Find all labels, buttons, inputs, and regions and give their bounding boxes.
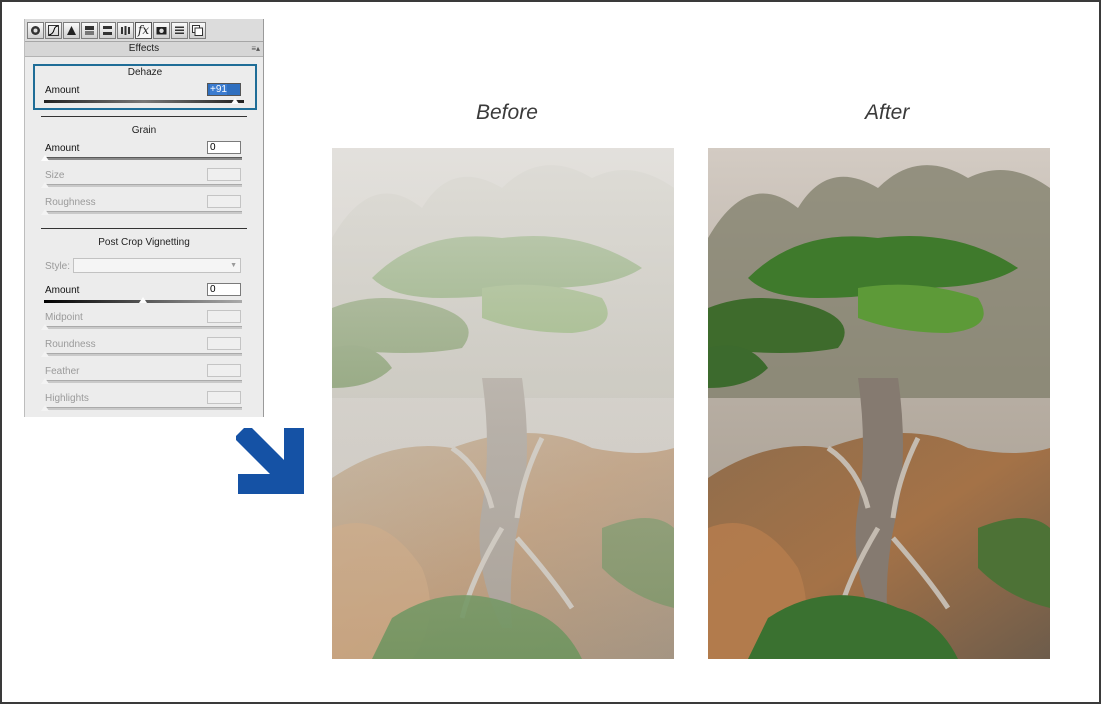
panel-tab-toolbar: fx — [25, 19, 263, 42]
effects-fx-icon[interactable]: fx — [135, 21, 152, 39]
hsl-icon[interactable] — [81, 21, 98, 39]
dehaze-amount-input[interactable]: +91 — [207, 83, 241, 96]
arrow-down-right-icon — [236, 428, 304, 494]
panel-menu-icon[interactable]: ≡▴ — [251, 42, 260, 56]
before-label: Before — [476, 101, 538, 124]
after-photo — [708, 148, 1050, 659]
vignette-feather-slider — [44, 380, 242, 383]
before-photo — [332, 148, 674, 659]
grain-amount-label: Amount — [45, 143, 80, 154]
lens-corrections-icon[interactable] — [117, 21, 134, 39]
grain-amount-slider[interactable] — [44, 157, 242, 160]
chevron-down-icon: ▼ — [230, 262, 237, 269]
vignette-amount-thumb[interactable] — [138, 296, 148, 304]
dehaze-highlight-box: Dehaze Amount +91 — [33, 64, 257, 110]
split-toning-icon[interactable] — [99, 21, 116, 39]
vignette-roundness-input — [207, 337, 241, 350]
detail-icon[interactable] — [63, 21, 80, 39]
panel-title: Effects — [128, 43, 160, 54]
after-label: After — [865, 101, 910, 124]
section-divider — [41, 228, 247, 229]
vignette-highlights-slider — [44, 407, 242, 410]
vignette-amount-label: Amount — [45, 285, 80, 296]
presets-icon[interactable] — [171, 21, 188, 39]
vignette-highlights-input — [207, 391, 241, 404]
vignette-midpoint-input — [207, 310, 241, 323]
vignette-midpoint-thumb — [40, 323, 50, 331]
grain-amount-input[interactable]: 0 — [207, 141, 241, 154]
dehaze-amount-slider[interactable] — [44, 100, 244, 103]
grain-roughness-input — [207, 195, 241, 208]
tone-curve-icon[interactable] — [45, 21, 62, 39]
grain-title: Grain — [131, 125, 157, 136]
dehaze-slider-thumb[interactable] — [230, 97, 240, 105]
vignette-roundness-slider — [44, 353, 242, 356]
vignette-feather-label: Feather — [45, 366, 80, 377]
camera-calibration-icon[interactable] — [153, 21, 170, 39]
dehaze-amount-label: Amount — [45, 85, 80, 96]
grain-size-thumb — [40, 181, 50, 189]
snapshots-icon[interactable] — [189, 21, 206, 39]
vignette-roundness-label: Roundness — [45, 339, 96, 350]
vignette-style-select: ▼ — [73, 258, 241, 273]
section-divider — [41, 116, 247, 117]
vignette-style-label: Style: — [45, 261, 71, 272]
grain-roughness-label: Roughness — [45, 197, 96, 208]
basic-icon[interactable] — [27, 21, 44, 39]
grain-roughness-thumb — [40, 208, 50, 216]
vignette-highlights-label: Highlights — [45, 393, 89, 404]
panel-header: Effects ≡▴ — [25, 42, 263, 57]
vignette-midpoint-slider — [44, 326, 242, 329]
grain-size-slider — [44, 184, 242, 187]
vignette-midpoint-label: Midpoint — [45, 312, 83, 323]
vignette-title: Post Crop Vignetting — [98, 237, 190, 248]
vignette-roundness-thumb — [40, 350, 50, 358]
grain-amount-thumb[interactable] — [40, 154, 50, 162]
vignette-feather-thumb — [40, 377, 50, 385]
grain-roughness-slider — [44, 211, 242, 214]
vignette-amount-input[interactable]: 0 — [207, 283, 241, 296]
grain-size-label: Size — [45, 170, 65, 181]
grain-size-input — [207, 168, 241, 181]
vignette-highlights-thumb — [40, 404, 50, 412]
vignette-feather-input — [207, 364, 241, 377]
dehaze-title: Dehaze — [127, 67, 163, 78]
effects-panel: fx Effects ≡▴ Dehaze Amount +91 Grain Am… — [24, 19, 264, 417]
